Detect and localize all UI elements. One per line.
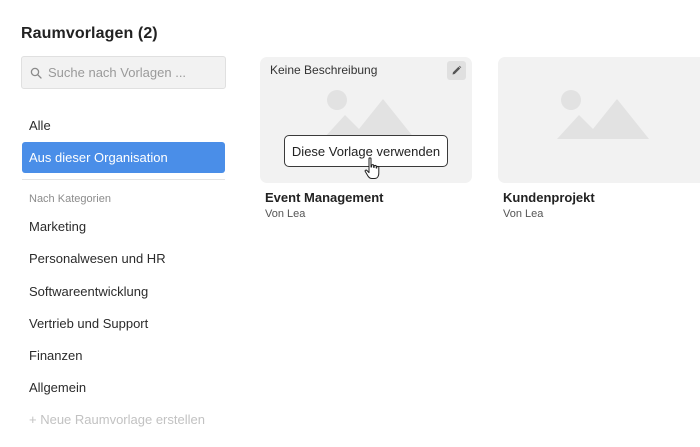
sidebar-divider <box>22 179 225 180</box>
sidebar-item-personalwesen[interactable]: Personalwesen und HR <box>22 243 225 274</box>
card-author: Von Lea <box>503 208 544 220</box>
section-label-categories: Nach Kategorien <box>29 193 111 205</box>
edit-button[interactable] <box>447 61 466 80</box>
search-box[interactable] <box>21 56 226 89</box>
sidebar-item-label: Alle <box>29 118 51 133</box>
sidebar-item-allgemein[interactable]: Allgemein <box>22 372 225 403</box>
search-icon <box>30 67 42 79</box>
card-name-event-management[interactable]: Event Management <box>265 190 383 205</box>
sidebar-item-finanzen[interactable]: Finanzen <box>22 340 225 371</box>
sidebar-item-marketing[interactable]: Marketing <box>22 211 225 242</box>
image-placeholder-icon <box>323 90 415 139</box>
card-description: Keine Beschreibung <box>270 63 378 77</box>
card-name-kundenprojekt[interactable]: Kundenprojekt <box>503 190 595 205</box>
page-title: Raumvorlagen (2) <box>21 25 158 42</box>
sidebar-item-alle[interactable]: Alle <box>22 110 225 141</box>
sidebar-item-label: Softwareentwicklung <box>29 284 149 299</box>
sidebar-item-aus-dieser-organisation[interactable]: Aus dieser Organisation <box>22 142 225 173</box>
search-input[interactable] <box>48 65 218 80</box>
create-template-link[interactable]: + Neue Raumvorlage erstellen <box>29 412 205 427</box>
card-author: Von Lea <box>265 208 306 220</box>
sidebar-item-label: Finanzen <box>29 348 83 363</box>
sidebar-item-label: Personalwesen und HR <box>29 251 166 266</box>
image-placeholder-icon <box>557 90 649 139</box>
template-card-kundenprojekt[interactable] <box>498 57 700 183</box>
sidebar-item-vertrieb[interactable]: Vertrieb und Support <box>22 308 225 339</box>
hand-pointer-icon <box>364 157 380 179</box>
sidebar-item-label: Allgemein <box>29 380 87 395</box>
sidebar-item-label: Aus dieser Organisation <box>29 150 168 165</box>
sidebar-item-label: Marketing <box>29 219 87 234</box>
pencil-icon <box>452 65 462 75</box>
sidebar-item-softwareentwicklung[interactable]: Softwareentwicklung <box>22 276 225 307</box>
sidebar-item-label: Vertrieb und Support <box>29 316 149 331</box>
